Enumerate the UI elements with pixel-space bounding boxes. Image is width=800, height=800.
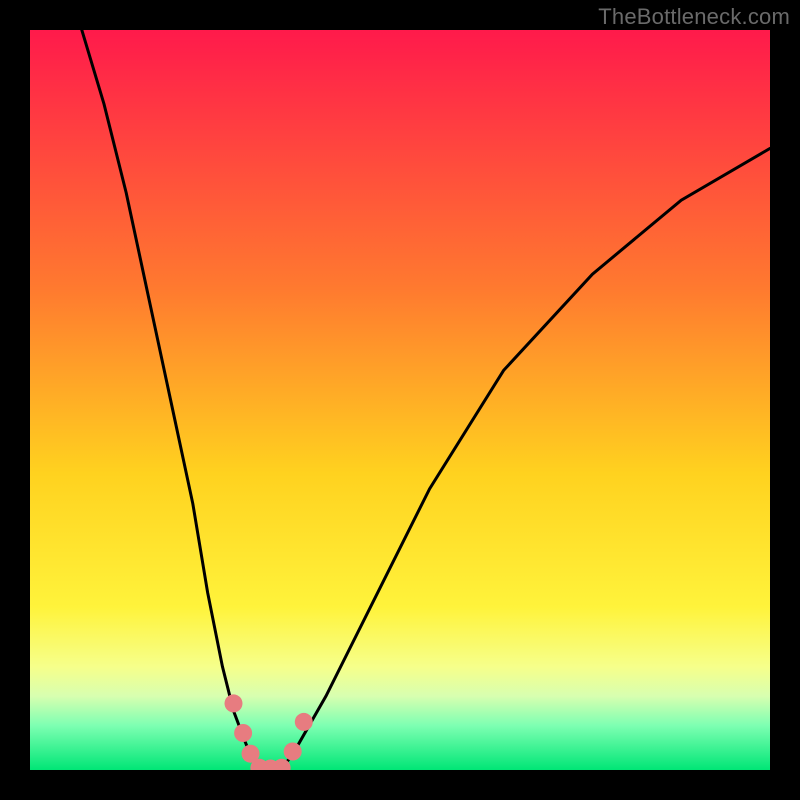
background-gradient [30,30,770,770]
watermark-text: TheBottleneck.com [598,4,790,30]
plot-area [30,30,770,770]
chart-frame: TheBottleneck.com [0,0,800,800]
